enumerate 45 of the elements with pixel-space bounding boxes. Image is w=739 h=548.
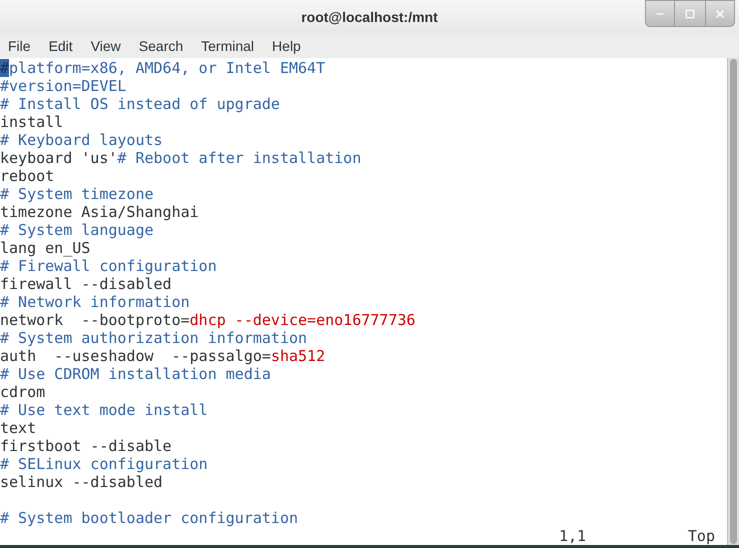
- comment-text: #version=DEVEL: [0, 77, 126, 95]
- scrollbar[interactable]: [727, 58, 739, 545]
- close-button[interactable]: [705, 0, 735, 27]
- code-text: sha512: [270, 347, 326, 365]
- cursor-position: 1,1: [559, 527, 586, 545]
- code-text: network --bootproto=: [0, 311, 190, 329]
- text-cursor: #: [0, 59, 10, 77]
- window-title: root@localhost:/mnt: [301, 8, 438, 27]
- close-icon: [714, 8, 726, 20]
- comment-text: # Reboot after installation: [117, 149, 362, 167]
- menu-item[interactable]: Search: [138, 36, 184, 57]
- comment-text: # Use text mode install: [0, 401, 208, 419]
- maximize-icon: [685, 8, 695, 18]
- code-text: reboot: [0, 167, 54, 185]
- scroll-position: Top: [688, 527, 715, 545]
- comment-text: # Firewall configuration: [0, 257, 217, 275]
- code-text: lang en_US: [0, 239, 90, 257]
- code-text: text: [0, 419, 36, 437]
- code-text: cdrom: [0, 383, 46, 401]
- code-text: install: [0, 113, 64, 131]
- code-text: auth --useshadow --passalgo=: [0, 347, 271, 365]
- menu-item[interactable]: View: [90, 36, 121, 57]
- comment-text: # System language: [0, 221, 154, 239]
- menu-item[interactable]: File: [8, 36, 31, 57]
- menu-item[interactable]: Terminal: [201, 36, 254, 57]
- comment-text: # Use CDROM installation media: [0, 365, 271, 383]
- code-text: firstboot --disable: [0, 437, 172, 455]
- comment-text: # Network information: [0, 293, 190, 311]
- comment-text: platform=x86, AMD64, or Intel EM64T: [9, 59, 326, 77]
- comment-text: # System authorization information: [0, 329, 308, 347]
- comment-text: # Install OS instead of upgrade: [0, 95, 280, 113]
- comment-text: # SELinux configuration: [0, 455, 208, 473]
- menu-item[interactable]: Help: [272, 36, 301, 57]
- menu-item[interactable]: Edit: [48, 36, 73, 57]
- code-text: dhcp --device=eno16777736: [190, 311, 416, 329]
- code-text: selinux --disabled: [0, 473, 163, 491]
- comment-text: # System bootloader configuration: [0, 509, 298, 527]
- scrollbar-thumb[interactable]: [730, 59, 737, 544]
- comment-text: # System timezone: [0, 185, 154, 203]
- minimize-button[interactable]: [645, 0, 675, 27]
- code-text: firewall --disabled: [0, 275, 172, 293]
- code-text: keyboard 'us': [0, 149, 118, 167]
- maximize-button[interactable]: [675, 0, 705, 27]
- comment-text: # Keyboard layouts: [0, 131, 163, 149]
- code-text: timezone Asia/Shanghai: [0, 203, 199, 221]
